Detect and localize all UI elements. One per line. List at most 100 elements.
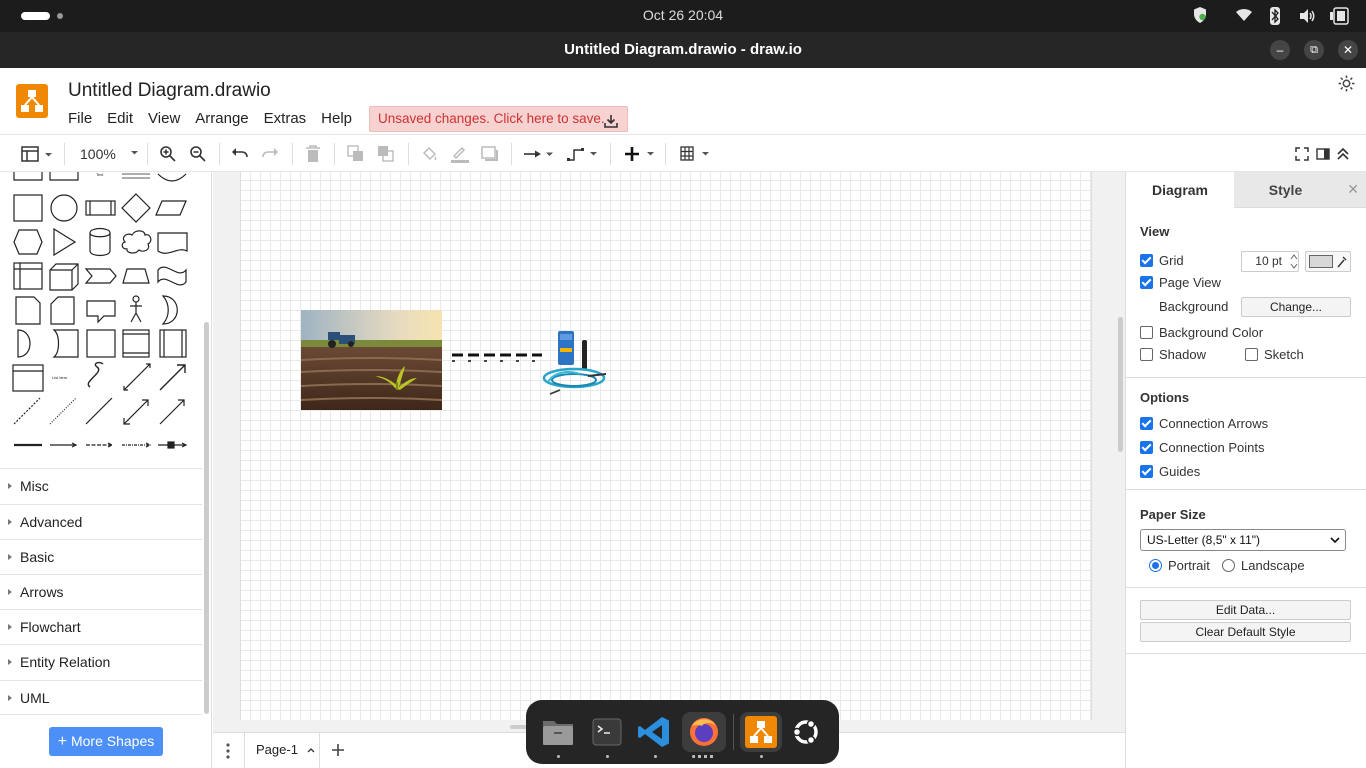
page-view-checkbox[interactable]: [1140, 276, 1153, 289]
page-view-option[interactable]: Page View: [1140, 275, 1221, 290]
close-panel-icon[interactable]: ✕: [1347, 181, 1359, 198]
elbow-connector-icon: [567, 148, 597, 161]
background-color-option[interactable]: Background Color: [1140, 325, 1263, 340]
canvas-vertical-scrollbar[interactable]: [1118, 317, 1123, 452]
grid-size-stepper[interactable]: [1290, 252, 1298, 274]
menu-file[interactable]: File: [68, 110, 92, 127]
delete-button[interactable]: [305, 144, 321, 164]
fill-color-button[interactable]: [421, 144, 439, 164]
menu-extras[interactable]: Extras: [264, 110, 307, 127]
landscape-radio[interactable]: [1222, 559, 1235, 572]
options-heading: Options: [1140, 390, 1190, 405]
connection-arrows-option[interactable]: Connection Arrows: [1140, 416, 1268, 431]
menu-edit[interactable]: Edit: [107, 110, 133, 127]
category-arrows[interactable]: Arrows: [0, 574, 202, 609]
view-heading: View: [1140, 224, 1170, 239]
format-panel-toggle-button[interactable]: [1316, 144, 1330, 164]
plus-icon: +: [57, 733, 68, 750]
eyedropper-icon: [1337, 256, 1347, 268]
shield-icon[interactable]: [1192, 6, 1208, 26]
connection-points-option[interactable]: Connection Points: [1140, 440, 1265, 455]
connection-arrows-checkbox[interactable]: [1140, 417, 1153, 430]
unsaved-changes-banner[interactable]: Unsaved changes. Click here to save.: [369, 106, 628, 132]
sidebar-scrollbar[interactable]: [204, 322, 209, 714]
theme-toggle-sun-icon[interactable]: [1338, 75, 1355, 95]
zoom-dropdown[interactable]: 100%: [80, 144, 142, 164]
diagram-page[interactable]: [240, 172, 1092, 720]
add-page-button[interactable]: [331, 743, 345, 760]
shadow-option[interactable]: Shadow: [1140, 347, 1206, 362]
background-color-checkbox[interactable]: [1140, 326, 1153, 339]
general-shapes-palette[interactable]: Text List Item: [10, 172, 200, 464]
redo-button[interactable]: [261, 144, 279, 164]
grid-checkbox[interactable]: [1140, 254, 1153, 267]
document-title[interactable]: Untitled Diagram.drawio: [68, 80, 271, 102]
vscode-app-icon[interactable]: [635, 712, 675, 752]
guides-checkbox[interactable]: [1140, 465, 1153, 478]
menu-help[interactable]: Help: [321, 110, 352, 127]
sketch-label: Sketch: [1264, 347, 1304, 362]
files-app-icon[interactable]: [538, 712, 578, 752]
category-flowchart[interactable]: Flowchart: [0, 609, 202, 644]
sketch-checkbox[interactable]: [1245, 348, 1258, 361]
category-uml[interactable]: UML: [0, 680, 202, 715]
maximize-button[interactable]: ⧉: [1304, 40, 1324, 60]
battery-icon[interactable]: [1330, 7, 1350, 27]
undo-button[interactable]: [231, 144, 249, 164]
shadow-checkbox[interactable]: [1140, 348, 1153, 361]
category-misc[interactable]: Misc: [0, 468, 202, 503]
edit-data-button[interactable]: Edit Data...: [1140, 600, 1351, 620]
terminal-app-icon[interactable]: [587, 712, 627, 752]
more-shapes-button[interactable]: + More Shapes: [49, 727, 163, 756]
shadow-button[interactable]: [481, 144, 499, 164]
pages-menu-button[interactable]: [225, 743, 231, 762]
grid-option[interactable]: Grid: [1140, 253, 1184, 268]
close-window-button[interactable]: ✕: [1338, 40, 1358, 60]
connection-style-button[interactable]: [523, 144, 557, 164]
clear-default-style-button[interactable]: Clear Default Style: [1140, 622, 1351, 642]
portrait-option[interactable]: Portrait: [1149, 558, 1210, 573]
wifi-icon[interactable]: [1236, 9, 1252, 29]
to-back-button[interactable]: [377, 144, 395, 164]
category-entity-relation[interactable]: Entity Relation: [0, 644, 202, 679]
to-front-button[interactable]: [347, 144, 365, 164]
landscape-option[interactable]: Landscape: [1222, 558, 1305, 573]
grid-color-button[interactable]: [1305, 251, 1351, 272]
connection-points-checkbox[interactable]: [1140, 441, 1153, 454]
drawio-app-icon[interactable]: [740, 712, 782, 752]
waypoints-button[interactable]: [566, 144, 600, 164]
grid-color-swatch: [1309, 255, 1333, 268]
paper-size-select[interactable]: US-Letter (8,5" x 11"): [1140, 529, 1346, 551]
panels-toggle-button[interactable]: [21, 144, 53, 164]
minimize-button[interactable]: –: [1270, 40, 1290, 60]
diagram-canvas[interactable]: [213, 172, 1125, 732]
sketch-option[interactable]: Sketch: [1245, 347, 1304, 362]
soil-sensor-device-image[interactable]: [540, 328, 608, 396]
zoom-out-button[interactable]: [189, 144, 207, 164]
collapse-toolbar-button[interactable]: [1336, 144, 1350, 164]
table-button[interactable]: [680, 144, 712, 164]
farm-field-image[interactable]: [301, 310, 442, 410]
page-tab-page-1[interactable]: Page-1: [244, 733, 320, 768]
tab-diagram[interactable]: Diagram: [1126, 172, 1234, 208]
tab-style[interactable]: Style: [1234, 172, 1366, 208]
menu-arrange[interactable]: Arrange: [195, 110, 248, 127]
category-basic[interactable]: Basic: [0, 539, 202, 574]
category-advanced[interactable]: Advanced: [0, 504, 202, 539]
change-background-button[interactable]: Change...: [1241, 297, 1351, 317]
bluetooth-icon[interactable]: [1270, 7, 1280, 27]
portrait-radio[interactable]: [1149, 559, 1162, 572]
dashed-connector[interactable]: [450, 351, 546, 365]
zoom-in-button[interactable]: [159, 144, 177, 164]
system-clock[interactable]: Oct 26 20:04: [0, 7, 1366, 23]
fullscreen-button[interactable]: [1295, 144, 1309, 164]
shapes-sidebar: Text List Item Misc Advanced Basic Arrow…: [0, 172, 212, 768]
volume-icon[interactable]: [1299, 8, 1317, 28]
guides-option[interactable]: Guides: [1140, 464, 1200, 479]
line-color-button[interactable]: [450, 144, 470, 164]
insert-button[interactable]: [625, 144, 657, 164]
chevron-down-icon: [1330, 537, 1340, 544]
firefox-app-icon[interactable]: [682, 712, 726, 752]
ubuntu-apps-icon[interactable]: [786, 712, 826, 752]
menu-view[interactable]: View: [148, 110, 180, 127]
